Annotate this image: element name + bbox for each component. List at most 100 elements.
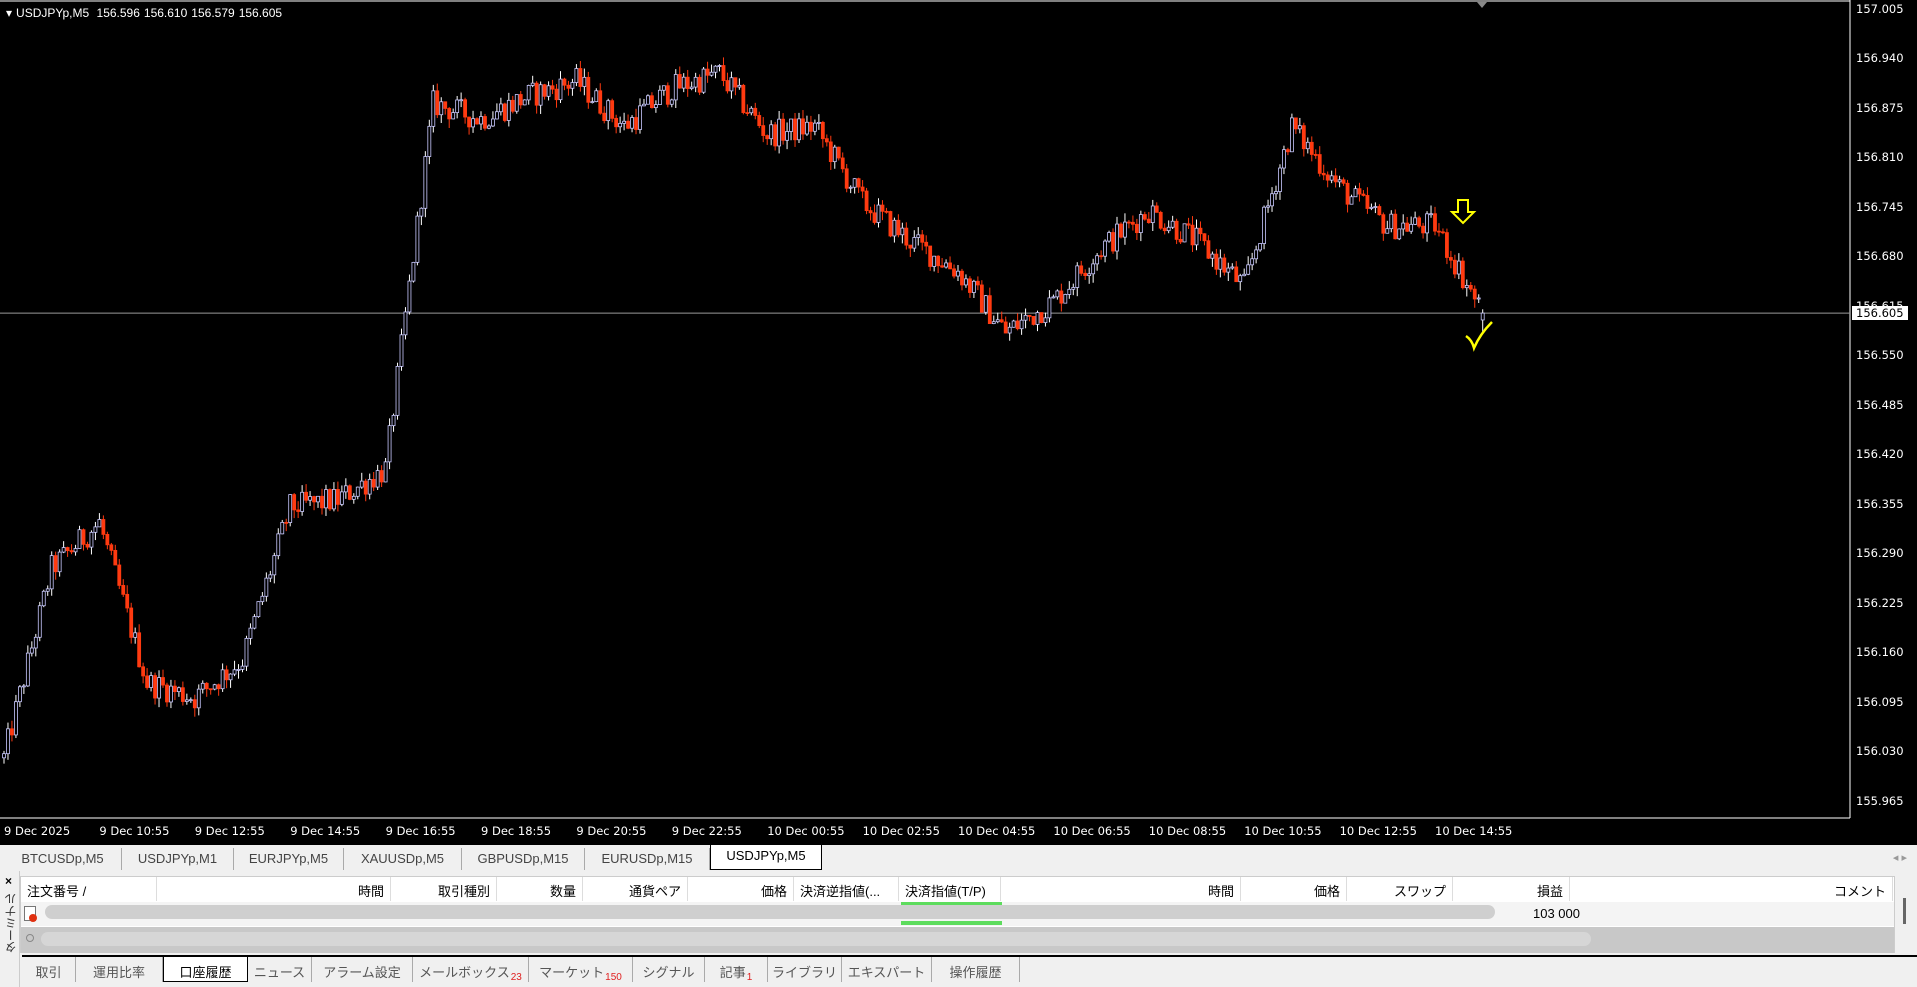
- bull-candle: [1055, 290, 1060, 298]
- bull-candle: [991, 321, 996, 324]
- table-row[interactable]: [21, 927, 1894, 953]
- bull-candle: [848, 186, 853, 189]
- tab-scroll-arrows-icon[interactable]: ◂ ▸: [1893, 851, 1907, 864]
- terminal-tab[interactable]: 操作履歴: [932, 957, 1020, 982]
- chart-tab[interactable]: XAUUSDp,M5: [344, 848, 462, 870]
- bull-candle: [932, 255, 937, 267]
- bull-candle: [494, 111, 499, 120]
- price-tick-label: 156.485: [1856, 397, 1904, 412]
- table-row[interactable]: 103 000: [21, 902, 1894, 926]
- terminal-tab[interactable]: 運用比率: [76, 957, 163, 982]
- bull-candle: [1290, 117, 1294, 153]
- close-terminal-button[interactable]: ×: [5, 874, 12, 888]
- candlestick-chart[interactable]: [0, 0, 1917, 843]
- bear-candle: [940, 265, 944, 268]
- bull-candle: [1210, 253, 1215, 259]
- bear-candle: [960, 270, 964, 286]
- bear-candle: [896, 219, 901, 236]
- chart-tab[interactable]: EURJPYp,M5: [234, 848, 344, 870]
- column-header[interactable]: 取引種別: [391, 877, 497, 901]
- column-header[interactable]: スワップ: [1347, 877, 1453, 901]
- bull-candle: [1476, 297, 1481, 300]
- terminal-tab[interactable]: 取引: [22, 957, 76, 982]
- price-chart[interactable]: ▾ USDJPYp,M5 156.596 156.610 156.579 156.605…: [0, 0, 1917, 843]
- column-header[interactable]: 決済逆指値(...: [794, 877, 899, 901]
- bear-candle: [888, 211, 893, 237]
- bull-candle: [77, 529, 82, 549]
- column-header[interactable]: 時間: [1001, 877, 1241, 901]
- bull-candle: [1254, 249, 1259, 260]
- bear-candle: [928, 245, 933, 267]
- column-header[interactable]: 価格: [688, 877, 794, 901]
- bear-candle: [952, 268, 956, 277]
- column-header[interactable]: 数量: [497, 877, 583, 901]
- terminal-tab[interactable]: メールボックス23: [413, 957, 529, 983]
- bear-candle: [924, 241, 929, 247]
- terminal-tab[interactable]: アラーム設定: [312, 957, 413, 982]
- tab-badge: 23: [510, 972, 522, 983]
- bear-candle: [1059, 290, 1064, 304]
- terminal-tab[interactable]: 口座履歴: [163, 957, 248, 982]
- bull-candle: [1389, 213, 1394, 230]
- bull-candle: [93, 526, 98, 533]
- bull-candle: [1166, 226, 1171, 232]
- chart-tab[interactable]: EURUSDp,M15: [585, 848, 710, 870]
- bear-candle: [165, 684, 169, 703]
- bear-candle: [1293, 117, 1298, 130]
- column-header[interactable]: 注文番号 /: [21, 877, 157, 901]
- chart-tab[interactable]: GBPUSDp,M15: [462, 848, 585, 870]
- chart-tab[interactable]: BTCUSDp,M5: [4, 848, 122, 870]
- chart-shift-marker-icon[interactable]: [1477, 2, 1487, 8]
- bull-candle: [661, 85, 666, 91]
- column-header[interactable]: 損益: [1453, 877, 1570, 901]
- bull-candle: [1023, 314, 1028, 321]
- bear-candle: [1365, 195, 1370, 209]
- bull-candle: [45, 588, 50, 592]
- column-header[interactable]: 通貨ペア: [583, 877, 688, 901]
- bull-candle: [1373, 206, 1378, 208]
- bull-candle: [332, 489, 336, 510]
- bear-candle: [1119, 223, 1123, 238]
- chart-tab[interactable]: USDJPYp,M1: [122, 848, 234, 870]
- vertical-scrollbar[interactable]: [1895, 876, 1915, 953]
- bull-candle: [1270, 193, 1274, 207]
- dropdown-triangle-icon[interactable]: ▾: [6, 6, 12, 20]
- bear-candle: [936, 255, 941, 267]
- bear-candle: [363, 480, 368, 495]
- column-header[interactable]: コメント: [1570, 877, 1893, 901]
- terminal-tab[interactable]: マーケット150: [529, 957, 633, 983]
- bull-candle: [423, 156, 428, 209]
- bear-candle: [1198, 227, 1203, 235]
- bull-candle: [196, 688, 201, 709]
- bull-candle: [375, 470, 380, 488]
- bull-candle: [1329, 175, 1334, 181]
- price-tick-label: 156.095: [1856, 694, 1904, 709]
- bull-candle: [1150, 205, 1155, 224]
- bear-candle: [1154, 205, 1159, 213]
- bear-candle: [1190, 224, 1195, 246]
- bear-candle: [379, 470, 384, 483]
- bull-candle: [14, 701, 18, 736]
- terminal-tab[interactable]: シグナル: [633, 957, 705, 982]
- column-header[interactable]: 時間: [157, 877, 391, 901]
- chart-tab[interactable]: USDJPYp,M5: [710, 845, 822, 870]
- terminal-tab[interactable]: ライブラリ: [768, 957, 842, 982]
- terminal-tab[interactable]: ニュース: [248, 957, 312, 982]
- terminal-tab[interactable]: エキスパート: [842, 957, 932, 982]
- chart-symbol: USDJPYp,M5: [16, 6, 90, 20]
- bull-candle: [797, 118, 801, 141]
- terminal-tab[interactable]: 記事1: [705, 957, 768, 983]
- bear-candle: [1341, 179, 1346, 184]
- bear-candle: [1325, 174, 1330, 181]
- tp-indicator: [901, 921, 1002, 925]
- bear-candle: [1178, 238, 1183, 243]
- bear-candle: [105, 533, 110, 546]
- column-header[interactable]: 価格: [1241, 877, 1347, 901]
- bear-candle: [284, 521, 289, 524]
- checkmark-icon: [1465, 321, 1493, 352]
- bull-candle: [1043, 317, 1048, 324]
- bear-candle: [371, 478, 376, 488]
- time-tick-label: 10 Dec 06:55: [1053, 824, 1131, 838]
- column-header[interactable]: 決済指値(T/P): [899, 877, 1001, 901]
- bull-candle: [391, 414, 396, 427]
